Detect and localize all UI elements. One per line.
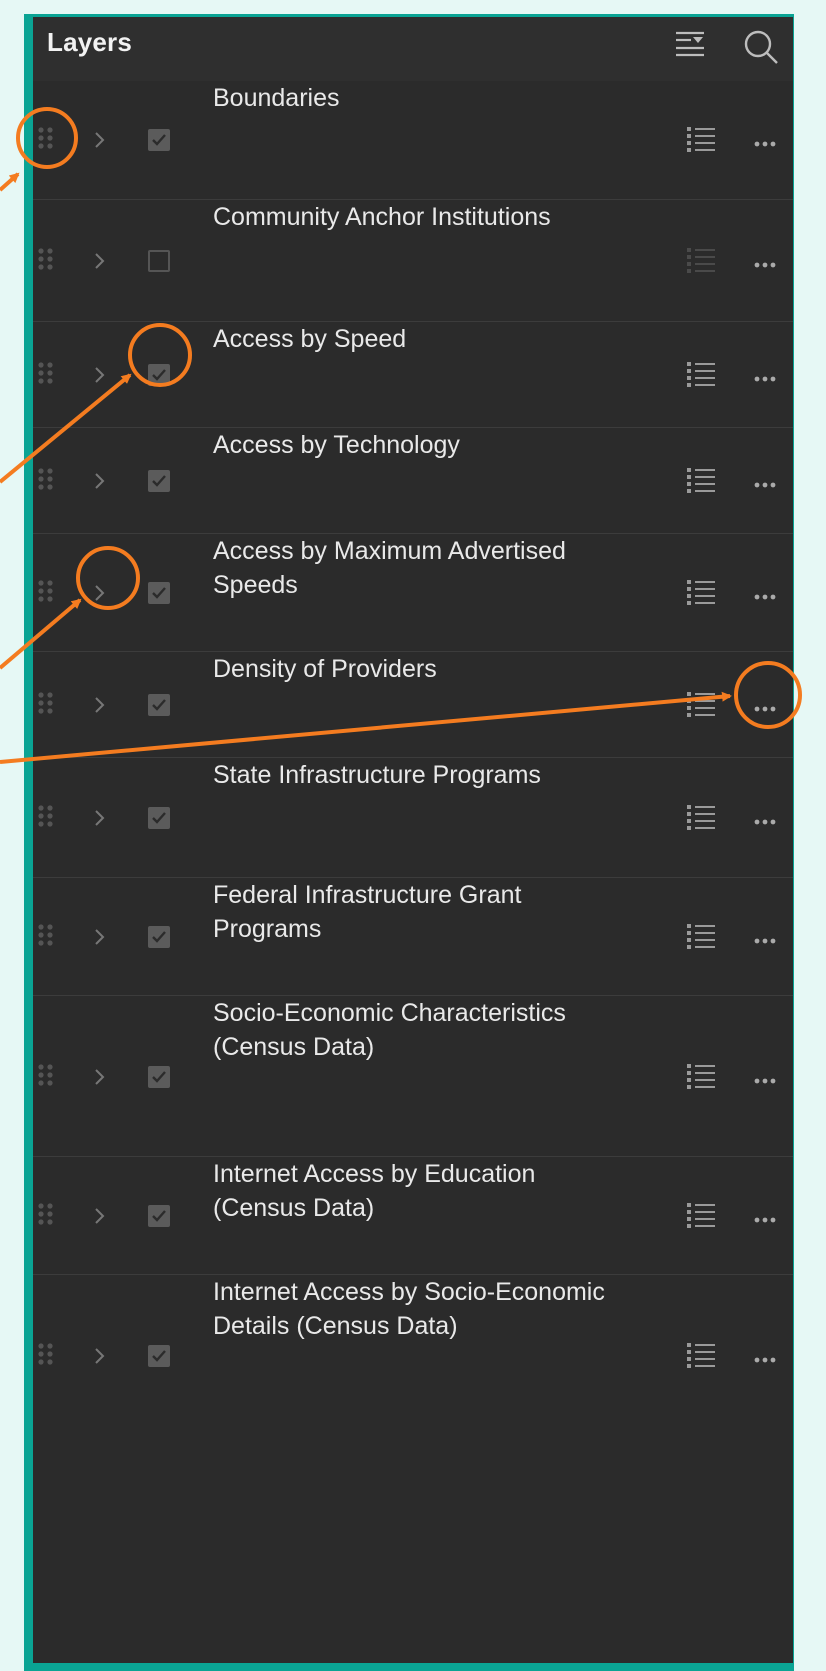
layer-label: Access by Technology [213, 431, 460, 459]
expand-chevron-icon[interactable] [93, 251, 107, 271]
layer-label: Access by Maximum Advertised Speeds [213, 537, 566, 599]
more-options-icon[interactable] [753, 477, 793, 488]
legend-icon[interactable] [685, 1340, 717, 1372]
drag-handle-icon[interactable] [35, 465, 57, 497]
layer-row: Density of Providers [33, 651, 793, 758]
legend-icon[interactable] [685, 245, 717, 277]
drag-handle-icon[interactable] [35, 689, 57, 721]
layer-visibility-checkbox[interactable] [148, 694, 170, 716]
layer-row: Access by Speed [33, 321, 793, 428]
more-options-icon[interactable] [753, 814, 793, 825]
annotation-arrow-handle [0, 172, 20, 192]
drag-handle-icon[interactable] [35, 245, 57, 277]
layer-row: Community Anchor Institutions [33, 199, 793, 322]
layer-label: Socio-Economic Characteristics (Census D… [213, 999, 566, 1061]
expand-chevron-icon[interactable] [93, 1206, 107, 1226]
layer-row: Boundaries [33, 81, 793, 199]
expand-chevron-icon[interactable] [93, 695, 107, 715]
layer-row: Access by Technology [33, 427, 793, 534]
layer-label: Federal Infrastructure Grant Programs [213, 881, 522, 943]
drag-handle-icon[interactable] [35, 802, 57, 834]
expand-chevron-icon[interactable] [93, 130, 107, 150]
legend-icon[interactable] [685, 802, 717, 834]
expand-chevron-icon[interactable] [93, 1067, 107, 1087]
layer-label: Boundaries [213, 84, 340, 112]
legend-icon[interactable] [685, 689, 717, 721]
layer-visibility-checkbox[interactable] [148, 926, 170, 948]
legend-icon[interactable] [685, 1061, 717, 1093]
expand-chevron-icon[interactable] [93, 365, 107, 385]
legend-icon[interactable] [685, 124, 717, 156]
expand-chevron-icon[interactable] [93, 808, 107, 828]
layer-visibility-checkbox[interactable] [148, 250, 170, 272]
layer-row: State Infrastructure Programs [33, 757, 793, 878]
drag-handle-icon[interactable] [35, 1340, 57, 1372]
list-options-icon[interactable] [673, 27, 707, 66]
drag-handle-icon[interactable] [35, 577, 57, 609]
panel-title: Layers [47, 27, 133, 57]
legend-icon[interactable] [685, 1200, 717, 1232]
layer-visibility-checkbox[interactable] [148, 1065, 170, 1088]
layers-panel: Layers Boundaries Community Anchor Instit… [33, 17, 793, 1663]
more-options-icon[interactable] [753, 257, 793, 268]
drag-handle-icon[interactable] [35, 921, 57, 953]
more-options-icon[interactable] [753, 589, 793, 600]
drag-handle-icon[interactable] [35, 1200, 57, 1232]
more-options-icon[interactable] [753, 701, 793, 712]
layer-visibility-checkbox[interactable] [148, 1345, 170, 1367]
expand-chevron-icon[interactable] [93, 583, 107, 603]
layer-label: Internet Access by Socio-Economic Detail… [213, 1278, 605, 1340]
expand-chevron-icon[interactable] [93, 1346, 107, 1366]
layer-label: Access by Speed [213, 325, 407, 353]
panel-header: Layers [33, 17, 793, 81]
legend-icon[interactable] [685, 921, 717, 953]
drag-handle-icon[interactable] [35, 124, 57, 156]
more-options-icon[interactable] [753, 136, 793, 147]
layer-visibility-checkbox[interactable] [148, 582, 170, 604]
layer-row: Federal Infrastructure Grant Programs [33, 877, 793, 996]
search-icon[interactable] [741, 27, 781, 72]
layer-row: Socio-Economic Characteristics (Census D… [33, 995, 793, 1157]
layer-visibility-checkbox[interactable] [148, 129, 170, 151]
layer-row: Internet Access by Education (Census Dat… [33, 1156, 793, 1275]
more-options-icon[interactable] [753, 1073, 793, 1083]
layer-visibility-checkbox[interactable] [148, 807, 170, 829]
layer-visibility-checkbox[interactable] [148, 470, 170, 492]
layer-label: Internet Access by Education (Census Dat… [213, 1160, 536, 1222]
layer-row: Access by Maximum Advertised Speeds [33, 533, 793, 652]
layer-visibility-checkbox[interactable] [148, 1205, 170, 1227]
expand-chevron-icon[interactable] [93, 471, 107, 491]
more-options-icon[interactable] [753, 371, 793, 382]
legend-icon[interactable] [685, 577, 717, 609]
layer-label: Community Anchor Institutions [213, 203, 551, 231]
more-options-icon[interactable] [753, 1352, 793, 1363]
more-options-icon[interactable] [753, 1212, 793, 1223]
layer-label: State Infrastructure Programs [213, 761, 541, 789]
layer-label: Density of Providers [213, 655, 437, 683]
more-options-icon[interactable] [753, 933, 793, 944]
drag-handle-icon[interactable] [35, 1061, 57, 1093]
expand-chevron-icon[interactable] [93, 927, 107, 947]
legend-icon[interactable] [685, 359, 717, 391]
layer-row: Internet Access by Socio-Economic Detail… [33, 1274, 793, 1437]
drag-handle-icon[interactable] [35, 359, 57, 391]
legend-icon[interactable] [685, 465, 717, 497]
layer-visibility-checkbox[interactable] [148, 364, 170, 386]
